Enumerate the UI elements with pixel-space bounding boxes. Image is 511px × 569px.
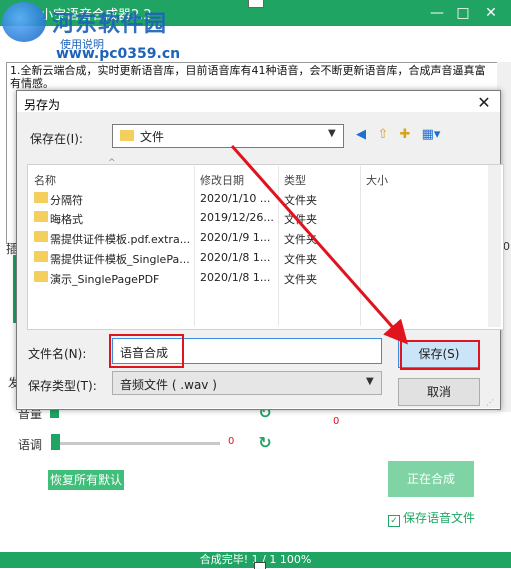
minimize-button[interactable]: — [428,4,446,22]
sort-indicator-icon: ^ [108,158,116,168]
list-item[interactable]: 需提供证件模板.pdf.extra... 2020/1/9 1... 文件夹 [34,231,484,247]
column-header-date[interactable]: 修改日期 [200,172,244,188]
file-name: 晦格式 [50,213,83,226]
back-icon[interactable]: ◀ [352,126,370,144]
checkbox-check-icon: ✓ [388,515,400,527]
filetype-label: 保存类型(T): [28,379,97,393]
column-header-type[interactable]: 类型 [284,172,306,188]
list-item[interactable]: 分隔符 2020/1/10 ... 文件夹 [34,192,484,208]
reset-all-button[interactable]: 恢复所有默认 [48,470,124,490]
file-name: 需提供证件模板.pdf.extra... [50,233,191,246]
folder-icon [120,130,134,141]
file-type: 文件夹 [284,253,317,266]
pitch-slider-knob[interactable] [51,434,60,450]
dialog-title: 另存为 [24,98,61,112]
synthesize-button[interactable]: 正在合成 [388,461,474,497]
chevron-down-icon[interactable]: ▼ [328,128,336,139]
list-item[interactable]: 需提供证件模板_SinglePa... 2020/1/8 1... 文件夹 [34,251,484,267]
folder-icon [34,231,48,242]
top-grip-handle [248,0,264,8]
file-name: 需提供证件模板_SinglePa... [50,253,190,266]
file-name: 分隔符 [50,194,83,207]
view-menu-icon[interactable]: ▦▾ [418,126,444,144]
file-type: 文件夹 [284,194,317,207]
save-highlight-box [400,340,480,370]
folder-icon [34,271,48,282]
folder-icon [34,192,48,203]
maximize-button[interactable]: □ [454,4,472,22]
column-header-size[interactable]: 大小 [366,172,388,188]
cancel-button[interactable]: 取消 [398,378,480,406]
up-folder-icon[interactable]: ⇧ [374,126,392,144]
file-date: 2020/1/8 1... [200,251,271,264]
dialog-close-icon[interactable]: ✕ [476,94,492,112]
filename-label: 文件名(N): [28,347,87,361]
file-date: 2019/12/26... [200,211,274,224]
resize-grip-icon[interactable]: ⋰ [486,398,496,408]
file-list[interactable] [27,164,504,330]
filetype-value: 音频文件 ( .wav ) [120,378,217,392]
list-item[interactable]: 演示_SinglePagePDF 2020/1/8 1... 文件夹 [34,271,484,287]
pitch-label: 语调 [18,438,43,452]
new-folder-icon[interactable]: ✚ [396,126,414,144]
watermark-logo-icon [2,2,46,42]
file-date: 2020/1/8 1... [200,271,271,284]
list-item[interactable]: 晦格式 2019/12/26... 文件夹 [34,211,484,227]
file-name: 演示_SinglePagePDF [50,273,160,286]
save-voice-checkbox[interactable]: ✓ 保存语音文件 [388,509,475,527]
watermark-url: www.pc0359.cn [56,46,181,62]
folder-icon [34,211,48,222]
save-in-label: 保存在(I): [30,132,83,146]
file-date: 2020/1/10 ... [200,192,271,205]
file-date: 2020/1/9 1... [200,231,271,244]
folder-icon [34,251,48,262]
watermark-text: 河东软件园 [52,12,168,37]
file-type: 文件夹 [284,213,317,226]
file-list-scrollbar[interactable] [488,165,501,327]
chevron-down-icon[interactable]: ▼ [366,376,374,387]
save-in-value: 文件 [140,130,165,144]
close-button[interactable]: ✕ [482,4,500,22]
pitch-reset-icon[interactable]: ↻ [256,434,274,452]
filename-highlight-box [109,334,184,368]
volume-value: 0 [333,416,340,427]
pitch-value: 0 [228,436,235,447]
file-type: 文件夹 [284,273,317,286]
pitch-slider-track[interactable] [56,442,220,445]
text-input-content: 1.全新云端合成，实时更新语音库，目前语音库有41种语音，会不断更新语音库，合成… [10,64,486,90]
column-header-name[interactable]: 名称 [34,172,56,188]
save-voice-label: 保存语音文件 [403,511,476,525]
file-type: 文件夹 [284,233,317,246]
